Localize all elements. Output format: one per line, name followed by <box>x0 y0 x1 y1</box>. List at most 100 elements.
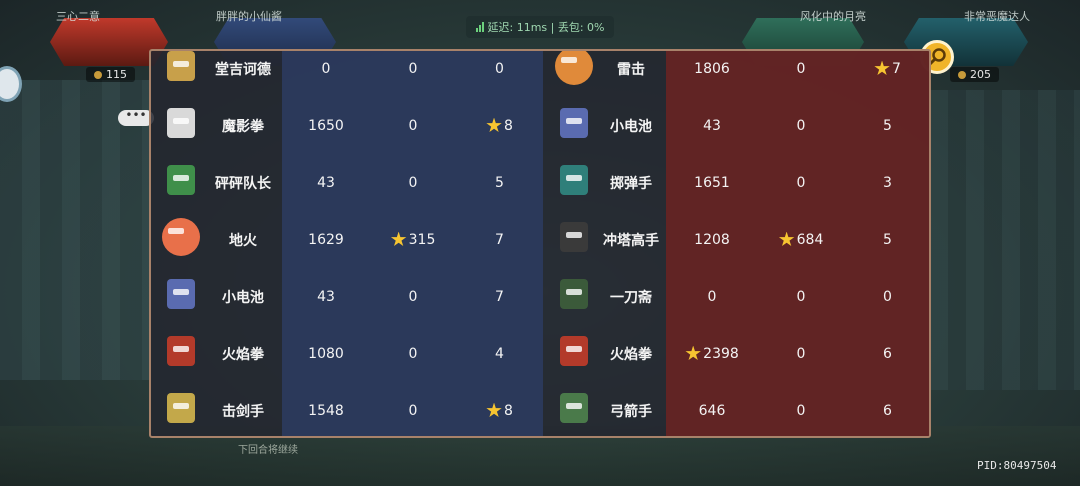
right-kills-value: 684 <box>796 231 824 248</box>
character-sprite <box>167 393 195 423</box>
left-kills-value: 0 <box>408 117 418 134</box>
left-mvp: 8 <box>456 97 543 154</box>
left-player-name: 击剑手 <box>203 382 283 436</box>
character-sprite <box>560 393 588 423</box>
right-damage-value: 43 <box>703 117 721 134</box>
right-player-name: 弓箭手 <box>591 382 671 436</box>
left-mvp-value: 7 <box>495 231 504 248</box>
right-mvp: 3 <box>844 154 929 211</box>
flame-fist-avatar-icon[interactable] <box>554 331 594 371</box>
character-sprite <box>167 108 195 138</box>
left-damage-value: 43 <box>317 174 335 191</box>
left-damage: 43 <box>282 268 370 325</box>
fireball-avatar-icon[interactable] <box>161 217 201 257</box>
left-damage: 1548 <box>282 382 370 436</box>
right-kills: 0 <box>758 268 844 325</box>
left-kills: 0 <box>370 268 456 325</box>
left-player-name-value: 击剑手 <box>222 403 264 420</box>
archer-avatar-icon[interactable] <box>554 388 594 428</box>
right-player-name-value: 一刀斋 <box>610 289 652 306</box>
swordsman-avatar-icon[interactable] <box>161 388 201 428</box>
right-mvp: 6 <box>844 382 929 436</box>
left-kills-value: 0 <box>408 288 418 305</box>
left-kills: 0 <box>370 325 456 382</box>
left-damage-value: 1080 <box>308 345 344 362</box>
right-damage: 1806 <box>666 51 758 97</box>
left-kills-value: 0 <box>408 402 418 419</box>
left-kills-value: 0 <box>408 345 418 362</box>
left-player-name-value: 火焰拳 <box>222 346 264 363</box>
ninja-avatar-icon[interactable] <box>554 274 594 314</box>
table-row: 小电池 43 0 7 一刀斋 0 0 0 <box>151 268 929 325</box>
character-sprite <box>560 222 588 252</box>
right-mvp: 6 <box>844 325 929 382</box>
character-sprite <box>162 218 200 256</box>
right-mvp-value: 7 <box>892 60 901 77</box>
left-player-name: 地火 <box>203 211 283 268</box>
right-damage-value: 1806 <box>694 60 730 77</box>
right-player-name-value: 火焰拳 <box>610 346 652 363</box>
right-kills: 0 <box>758 154 844 211</box>
left-kills-value: 315 <box>408 231 436 248</box>
right-damage: 0 <box>666 268 758 325</box>
left-mvp: 8 <box>456 382 543 436</box>
table-row: 魔影拳 1650 0 8 小电池 43 0 5 <box>151 97 929 154</box>
table-row: 堂吉诃德 0 0 0 雷击 1806 0 7 <box>151 51 929 97</box>
network-status: 延迟: 11ms | 丢包: 0% <box>466 16 614 38</box>
coin-counter-left: 115 <box>86 67 135 82</box>
coin-icon <box>958 71 966 79</box>
right-mvp-value: 6 <box>883 345 892 362</box>
character-sprite <box>167 279 195 309</box>
bomber-avatar-icon[interactable] <box>554 160 594 200</box>
coin-icon <box>94 71 102 79</box>
left-player-name: 火焰拳 <box>203 325 283 382</box>
left-player-name-value: 地火 <box>229 232 257 249</box>
star-icon <box>685 345 701 361</box>
character-sprite <box>560 336 588 366</box>
right-player-name-value: 掷弹手 <box>610 175 652 192</box>
left-mvp-value: 5 <box>495 174 504 191</box>
right-player-name-value: 小电池 <box>610 118 652 135</box>
right-damage-value: 1208 <box>694 231 730 248</box>
left-player-name-value: 小电池 <box>222 289 264 306</box>
left-damage-value: 43 <box>317 288 335 305</box>
left-kills: 0 <box>370 382 456 436</box>
right-mvp: 0 <box>844 268 929 325</box>
skull-fighter-avatar-icon[interactable] <box>161 103 201 143</box>
character-sprite <box>167 51 195 81</box>
knight-avatar-icon[interactable] <box>161 51 201 86</box>
left-damage: 0 <box>282 51 370 97</box>
right-kills: 0 <box>758 51 844 97</box>
signal-bars-icon <box>475 22 484 32</box>
player-name-top-right: 非常恶魔达人 <box>964 10 1030 23</box>
thunder-orb-avatar-icon[interactable] <box>554 51 594 86</box>
left-damage: 1650 <box>282 97 370 154</box>
left-damage: 1080 <box>282 325 370 382</box>
battery-avatar-icon[interactable] <box>161 274 201 314</box>
left-kills-value: 0 <box>408 174 418 191</box>
star-icon <box>486 402 502 418</box>
left-mvp: 0 <box>456 51 543 97</box>
captain-avatar-icon[interactable] <box>161 160 201 200</box>
left-player-name: 堂吉诃德 <box>203 51 283 97</box>
right-damage: 646 <box>666 382 758 436</box>
right-mvp-value: 5 <box>883 231 892 248</box>
player-id: PID:80497504 <box>977 459 1057 472</box>
scoreboard: 堂吉诃德 0 0 0 雷击 1806 0 7 魔影拳 1650 0 8 小电池 43 0 5 砰砰队长 43 0 5 掷… <box>149 49 931 438</box>
star-icon <box>390 231 407 247</box>
right-player-name: 掷弹手 <box>591 154 671 211</box>
right-player-name-value: 弓箭手 <box>610 403 652 420</box>
character-sprite <box>167 165 195 195</box>
battery-avatar-icon[interactable] <box>554 103 594 143</box>
player-name-top-right-2: 风化中的月亮 <box>800 10 866 23</box>
right-kills: 0 <box>758 382 844 436</box>
right-player-name: 雷击 <box>591 51 671 97</box>
left-mvp: 4 <box>456 325 543 382</box>
table-row: 地火 1629 315 7 冲塔高手 1208 684 5 <box>151 211 929 268</box>
star-icon <box>486 117 502 133</box>
right-player-name: 冲塔高手 <box>591 211 671 268</box>
right-damage: 1651 <box>666 154 758 211</box>
flame-fist-avatar-icon[interactable] <box>161 331 201 371</box>
right-kills-value: 0 <box>796 345 806 362</box>
tower-avatar-icon[interactable] <box>554 217 594 257</box>
